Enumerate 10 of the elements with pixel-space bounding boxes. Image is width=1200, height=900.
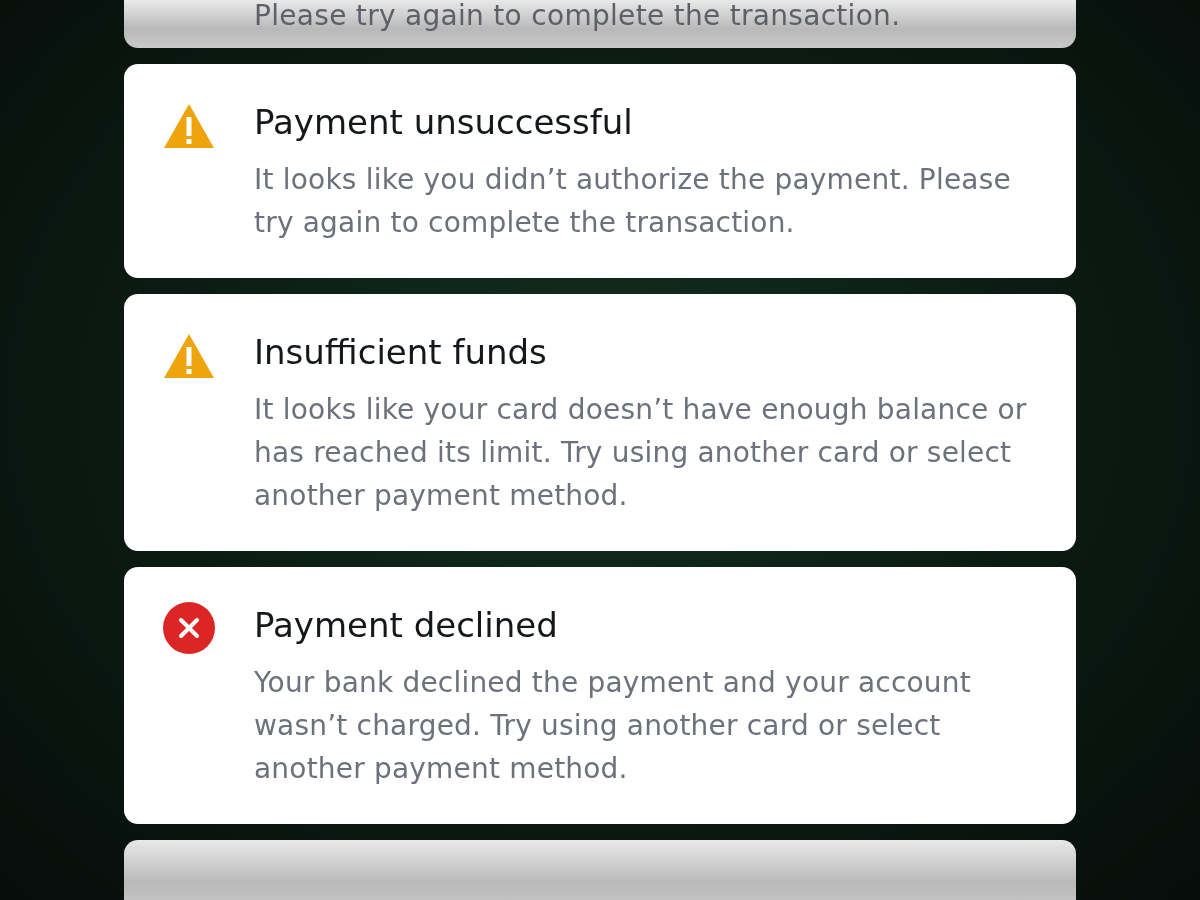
warning-icon (162, 332, 216, 380)
alert-title: Payment unsuccessful (254, 101, 634, 144)
alert-title: Payment declined (254, 604, 559, 647)
alert-message: It looks like your card doesn’t have enough balance or has reached its limit. Try using another card or select another payment method. (254, 392, 1028, 514)
alert-message: It looks like you didn’t authorize the payment. Please try again to complete the transaction. (254, 162, 1012, 241)
alert-message: Please try again to complete the transaction. (254, 0, 901, 32)
alert-message: Your bank declined the payment and your account wasn’t charged. Try using another card or select another payment method. (254, 665, 972, 787)
alert-title: Insufficient funds (254, 331, 548, 374)
warning-icon (162, 102, 216, 150)
error-icon (162, 601, 216, 655)
